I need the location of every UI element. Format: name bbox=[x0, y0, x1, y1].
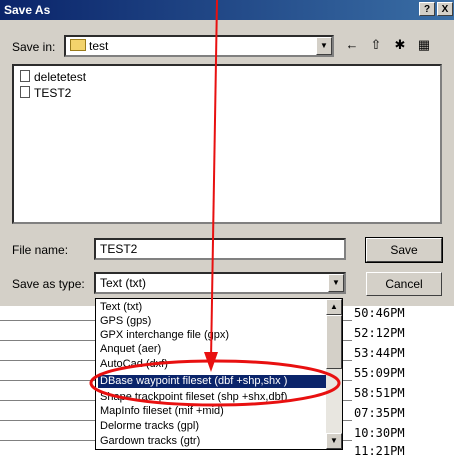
dropdown-option[interactable]: Gardown tracks (gtr) bbox=[98, 435, 328, 448]
new-folder-icon[interactable]: ✱ bbox=[390, 36, 410, 54]
file-name-input[interactable]: TEST2 bbox=[94, 238, 346, 260]
dropdown-option[interactable]: Shape trackpoint fileset (shp +shx,dbf) bbox=[98, 391, 328, 404]
save-in-text: test bbox=[89, 39, 109, 53]
dropdown-option[interactable]: AutoCad (dxf) bbox=[98, 358, 328, 371]
save-button[interactable]: Save bbox=[365, 237, 443, 263]
file-name-label: File name: bbox=[12, 243, 69, 257]
dropdown-option[interactable]: Text (txt) bbox=[98, 301, 328, 314]
save-in-label: Save in: bbox=[12, 40, 56, 54]
time-cell: 10:30PM bbox=[354, 426, 405, 440]
file-name-value: TEST2 bbox=[100, 242, 138, 256]
save-in-value: test bbox=[70, 39, 108, 53]
document-icon bbox=[20, 86, 30, 98]
dropdown-option[interactable]: GPS (gps) bbox=[98, 315, 328, 328]
dropdown-option[interactable]: MapInfo fileset (mif +mid) bbox=[98, 405, 328, 418]
title-bar: Save As ? X bbox=[0, 0, 454, 20]
cancel-button[interactable]: Cancel bbox=[366, 272, 442, 296]
file-list[interactable]: deletetest TEST2 bbox=[12, 64, 442, 224]
dropdown-scrollbar[interactable]: ▲ ▼ bbox=[326, 299, 342, 449]
save-as-type-dropdown[interactable]: Text (txt) GPS (gps) GPX interchange fil… bbox=[95, 298, 343, 450]
back-icon[interactable]: ← bbox=[342, 36, 362, 54]
dialog-title: Save As bbox=[4, 3, 51, 17]
chevron-down-icon[interactable]: ▼ bbox=[316, 37, 332, 55]
time-cell: 52:12PM bbox=[354, 326, 405, 340]
time-cell: 07:35PM bbox=[354, 406, 405, 420]
file-item[interactable]: deletetest bbox=[20, 70, 86, 84]
save-as-dialog: Save As ? X Save in: test ▼ ← ⇧ ✱ ▦ dele… bbox=[0, 0, 454, 306]
scroll-down-icon[interactable]: ▼ bbox=[326, 433, 342, 449]
dropdown-option[interactable]: Anquet (aer) bbox=[98, 343, 328, 356]
chevron-down-icon[interactable]: ▼ bbox=[328, 274, 344, 292]
dropdown-option[interactable]: Delorme tracks (gpl) bbox=[98, 420, 328, 433]
save-as-type-value: Text (txt) bbox=[100, 276, 147, 290]
file-item[interactable]: TEST2 bbox=[20, 86, 71, 100]
close-button[interactable]: X bbox=[437, 2, 453, 16]
time-cell: 58:51PM bbox=[354, 386, 405, 400]
up-folder-icon[interactable]: ⇧ bbox=[366, 36, 386, 54]
file-name-text: TEST2 bbox=[34, 86, 72, 100]
scroll-thumb[interactable] bbox=[326, 315, 342, 369]
folder-icon bbox=[70, 39, 86, 51]
time-cell: 50:46PM bbox=[354, 306, 405, 320]
help-button[interactable]: ? bbox=[419, 2, 435, 16]
scroll-up-icon[interactable]: ▲ bbox=[326, 299, 342, 315]
time-cell: 53:44PM bbox=[354, 346, 405, 360]
dropdown-option-selected[interactable]: DBase waypoint fileset (dbf +shp,shx ) bbox=[98, 375, 328, 388]
save-in-combo[interactable]: test ▼ bbox=[64, 35, 334, 57]
save-as-type-label: Save as type: bbox=[12, 277, 85, 291]
dropdown-option[interactable]: GPX interchange file (gpx) bbox=[98, 329, 328, 342]
view-menu-icon[interactable]: ▦ bbox=[414, 36, 434, 54]
time-cell: 55:09PM bbox=[354, 366, 405, 380]
save-as-type-combo[interactable]: Text (txt) ▼ bbox=[94, 272, 346, 294]
time-cell: 11:21PM bbox=[354, 444, 405, 458]
document-icon bbox=[20, 70, 30, 82]
file-name-text: deletetest bbox=[34, 70, 87, 84]
